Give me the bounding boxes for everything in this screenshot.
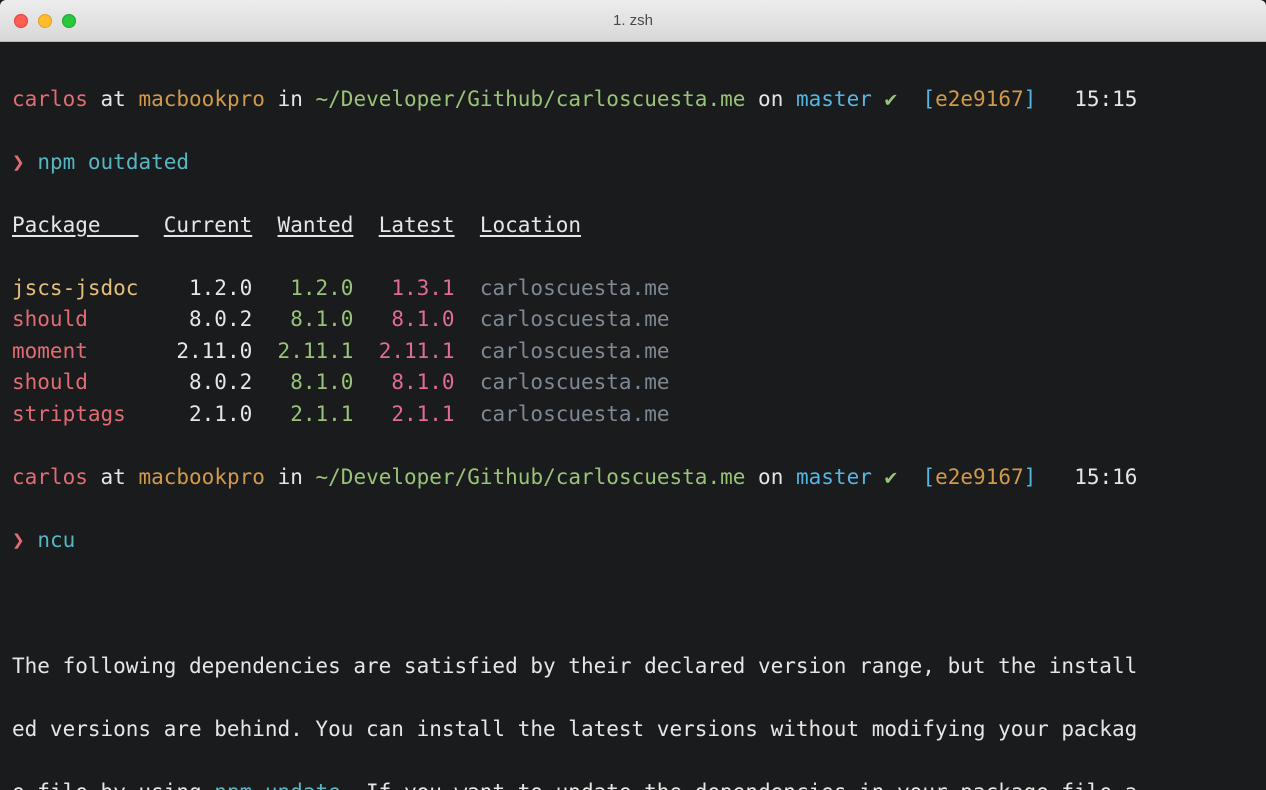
commit-open: [	[922, 87, 935, 111]
th-wanted: Wanted	[278, 213, 354, 237]
ncu-msg: e file by using npm update. If you want …	[12, 777, 1254, 790]
th-package: Package	[12, 213, 138, 237]
pkg-name: should	[12, 307, 138, 331]
pkg-name: should	[12, 370, 138, 394]
ncu-msg: The following dependencies are satisfied…	[12, 651, 1254, 683]
table-row: jscs-jsdoc 1.2.0 1.2.0 1.3.1 carloscuest…	[12, 273, 1254, 305]
pkg-latest: 2.1.1	[379, 402, 455, 426]
pkg-location: carloscuesta.me	[480, 402, 670, 426]
outdated-header: Package Current Wanted Latest Location	[12, 210, 1254, 242]
prompt-user: carlos	[12, 87, 88, 111]
pkg-location: carloscuesta.me	[480, 339, 670, 363]
terminal-window: 1. zsh carlos at macbookpro in ~/Develop…	[0, 0, 1266, 790]
prompt-in: in	[278, 87, 303, 111]
table-row: striptags 2.1.0 2.1.1 2.1.1 carloscuesta…	[12, 399, 1254, 431]
pkg-current: 2.11.0	[164, 339, 253, 363]
blank-line	[12, 588, 1254, 620]
commit-close: ]	[1024, 87, 1037, 111]
pkg-name: moment	[12, 339, 138, 363]
pkg-wanted: 2.1.1	[278, 402, 354, 426]
pkg-latest: 8.1.0	[379, 370, 455, 394]
pkg-latest: 1.3.1	[379, 276, 455, 300]
prompt-time: 15:15	[1074, 87, 1137, 111]
pkg-latest: 8.1.0	[379, 307, 455, 331]
npm-update-hint: npm update	[214, 780, 340, 790]
pkg-current: 8.0.2	[164, 370, 253, 394]
close-icon[interactable]	[14, 14, 28, 28]
pkg-current: 1.2.0	[164, 276, 253, 300]
pkg-latest: 2.11.1	[379, 339, 455, 363]
pkg-name: jscs-jsdoc	[12, 276, 138, 300]
command-line-1: ❯ npm outdated	[12, 147, 1254, 179]
traffic-lights	[0, 14, 76, 28]
window-title: 1. zsh	[0, 12, 1266, 29]
prompt-line-2: carlos at macbookpro in ~/Developer/Gith…	[12, 462, 1254, 494]
prompt-branch: master	[796, 87, 872, 111]
pkg-location: carloscuesta.me	[480, 307, 670, 331]
pkg-wanted: 1.2.0	[278, 276, 354, 300]
pkg-wanted: 2.11.1	[278, 339, 354, 363]
th-location: Location	[480, 213, 581, 237]
pkg-name: striptags	[12, 402, 138, 426]
prompt-line-1: carlos at macbookpro in ~/Developer/Gith…	[12, 84, 1254, 116]
zoom-icon[interactable]	[62, 14, 76, 28]
prompt-arrow: ❯	[12, 150, 25, 174]
pkg-current: 2.1.0	[164, 402, 253, 426]
prompt-on: on	[758, 87, 783, 111]
prompt-commit: e2e9167	[935, 87, 1024, 111]
command-line-2: ❯ ncu	[12, 525, 1254, 557]
prompt-time: 15:16	[1074, 465, 1137, 489]
table-row: should 8.0.2 8.1.0 8.1.0 carloscuesta.me	[12, 367, 1254, 399]
titlebar: 1. zsh	[0, 0, 1266, 42]
command-ncu: ncu	[37, 528, 75, 552]
git-clean-icon: ✔	[885, 87, 898, 111]
git-clean-icon: ✔	[885, 465, 898, 489]
prompt-host: macbookpro	[138, 87, 264, 111]
ncu-msg: ed versions are behind. You can install …	[12, 714, 1254, 746]
pkg-location: carloscuesta.me	[480, 276, 670, 300]
pkg-current: 8.0.2	[164, 307, 253, 331]
outdated-rows: jscs-jsdoc 1.2.0 1.2.0 1.3.1 carloscuest…	[12, 273, 1254, 431]
th-latest: Latest	[379, 213, 455, 237]
table-row: moment 2.11.0 2.11.1 2.11.1 carloscuesta…	[12, 336, 1254, 368]
th-current: Current	[164, 213, 253, 237]
pkg-location: carloscuesta.me	[480, 370, 670, 394]
command-npm-outdated: npm outdated	[37, 150, 189, 174]
table-row: should 8.0.2 8.1.0 8.1.0 carloscuesta.me	[12, 304, 1254, 336]
pkg-wanted: 8.1.0	[278, 307, 354, 331]
prompt-at: at	[101, 87, 126, 111]
terminal-content[interactable]: carlos at macbookpro in ~/Developer/Gith…	[0, 42, 1266, 790]
prompt-path: ~/Developer/Github/carloscuesta.me	[316, 87, 746, 111]
minimize-icon[interactable]	[38, 14, 52, 28]
pkg-wanted: 8.1.0	[278, 370, 354, 394]
